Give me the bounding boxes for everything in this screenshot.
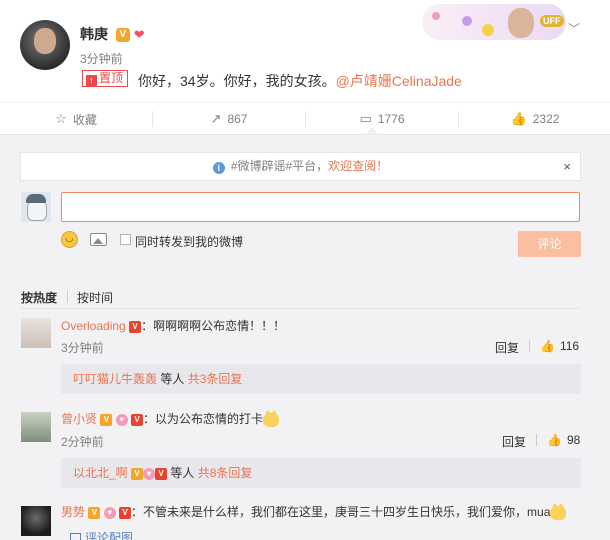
comment-input[interactable] [61,192,580,222]
member-badge-icon: V [129,320,142,333]
comment-text: 男势 V ♥ V ：不管未来是什么样，我们都在这里，庚哥三十四岁生日快乐，我们爱你… [61,502,567,520]
rumor-notice-banner: i #微博辟谣#平台，欢迎查阅！ × [20,152,581,181]
thumbs-up-icon: 👍 [540,339,555,353]
comment-icon: ▭ [359,111,372,126]
mention-link[interactable]: @卢靖姗CelinaJade [336,73,462,89]
sub-reply-name[interactable]: 以北北_啊 [73,466,128,480]
repost-icon: ↗ [210,111,222,126]
post-time[interactable]: 3分钟前 [80,50,123,67]
repost-checkbox-label: 同时转发到我的微博 [135,235,244,249]
heart-badge-icon: ♥ [115,413,128,426]
image-icon[interactable] [90,233,107,246]
deco-dot-icon [482,24,494,36]
reply-button[interactable]: 回复 [495,339,519,356]
post-text: 你好，34岁。你好，我的女孩。@卢靖姗CelinaJade [138,71,462,91]
favorite-label: 收藏 [72,112,97,127]
pinned-badge: ↑ 置顶 [82,70,129,87]
comment-time: 3分钟前 [61,341,104,355]
decoration-card[interactable]: UFF [422,4,566,40]
member-badge-icon: V [119,506,132,519]
weibo-post: 韩庚 V ❤ 3分钟前 ↑ 置顶 你好，34岁。你好，我的女孩。@卢靖姗Celin… [0,0,610,108]
comment-image-label: 评论配图 [85,531,134,540]
sub-reply-name[interactable]: 叮叮猫儿牛轰轰 [73,372,157,386]
post-text-body: 你好，34岁。你好，我的女孩。 [138,73,336,89]
deco-dot-icon [462,16,472,26]
notice-link[interactable]: 欢迎查阅！ [328,159,388,173]
pinned-label: 置顶 [99,71,124,85]
star-icon: ☆ [55,111,67,126]
author-avatar[interactable] [20,20,70,70]
like-button[interactable]: 👍 2322 [459,103,610,135]
member-badge-icon: V [155,467,168,480]
card-portrait [508,8,534,38]
commenter-name[interactable]: Overloading [61,319,126,333]
repost-button[interactable]: ↗ 867 [153,103,305,135]
heart-badge-icon: ♥ [143,467,156,480]
member-badge-icon: V [131,413,144,426]
repost-checkbox[interactable] [120,234,131,245]
comment-image-link[interactable]: 评论配图 [70,529,133,540]
sub-replies-bar[interactable]: 以北北_啊 V ♥ V 等人 共8条回复 [61,458,581,488]
sub-reply-total[interactable]: 共3条回复 [188,372,243,386]
verified-badge-icon: V [88,506,101,519]
cat-emoji-icon [550,502,567,520]
commenter-avatar[interactable] [21,318,51,348]
sub-reply-text: 等人 [167,466,198,480]
thumbs-up-icon: 👍 [547,433,562,447]
deco-dot-icon [432,12,440,20]
submit-comment-button[interactable]: 评论 [518,231,581,257]
sort-by-hot-tab[interactable]: 按热度 [21,289,57,306]
sub-replies-bar[interactable]: 叮叮猫儿牛轰轰 等人 共3条回复 [61,364,581,394]
comment-body: ：啊啊啊啊公布恋情！！！ [141,319,286,333]
comment-text: 曾小贤 V ♥ V ：以为公布恋情的打卡 [61,409,280,427]
author-name[interactable]: 韩庚 [80,26,108,42]
commenter-name[interactable]: 男势 [61,505,85,519]
active-tab-caret-icon [367,128,377,134]
chevron-down-icon[interactable]: ﹀ [567,20,581,36]
heart-badge-icon: ♥ [103,506,116,519]
repost-count: 867 [227,112,248,126]
divider [536,434,537,446]
comment-like-button[interactable]: 👍 116 [540,339,579,353]
thumbs-up-icon: 👍 [510,111,527,126]
favorite-button[interactable]: ☆ 收藏 [0,103,152,135]
close-icon[interactable]: × [563,153,571,180]
commenter-avatar[interactable] [21,506,51,536]
sort-by-time-tab[interactable]: 按时间 [77,289,113,306]
verified-badge-icon: V [115,28,130,43]
author-line: 韩庚 V ❤ [80,24,150,44]
current-user-avatar [21,192,51,222]
divider [529,340,530,352]
comment-time: 2分钟前 [61,435,104,449]
comment-body: ：以为公布恋情的打卡 [143,412,264,426]
info-icon: i [212,162,225,174]
comment-text: Overloading V ：啊啊啊啊公布恋情！！！ [61,317,285,334]
notice-text: #微博辟谣#平台， [230,159,329,173]
comment-like-button[interactable]: 👍 98 [547,433,580,447]
comment-body: ：不管未来是什么样，我们都在这里，庚哥三十四岁生日快乐，我们爱你，mua [131,505,551,519]
verified-badge-icon: V [131,467,144,480]
image-icon [70,533,81,540]
pin-icon: ↑ [86,75,97,86]
cat-emoji-icon [263,409,280,427]
reply-button[interactable]: 回复 [502,433,526,450]
card-label: UFF [540,15,564,27]
sub-reply-text: 等人 [157,372,188,386]
heart-badge-icon: ❤ [133,27,145,43]
comment-count: 1776 [377,112,405,126]
commenter-name[interactable]: 曾小贤 [61,412,97,426]
comment-like-count: 116 [559,339,580,353]
emoji-icon[interactable] [61,231,78,248]
comment-button[interactable]: ▭ 1776 [306,103,458,135]
divider [20,308,581,309]
verified-badge-icon: V [100,413,113,426]
action-bar: ☆ 收藏 ↗ 867 ▭ 1776 👍 2322 [0,102,610,134]
like-count: 2322 [532,112,560,126]
comment-like-count: 98 [566,433,581,447]
sub-reply-total[interactable]: 共8条回复 [198,466,253,480]
divider [67,291,68,303]
commenter-avatar[interactable] [21,412,51,442]
